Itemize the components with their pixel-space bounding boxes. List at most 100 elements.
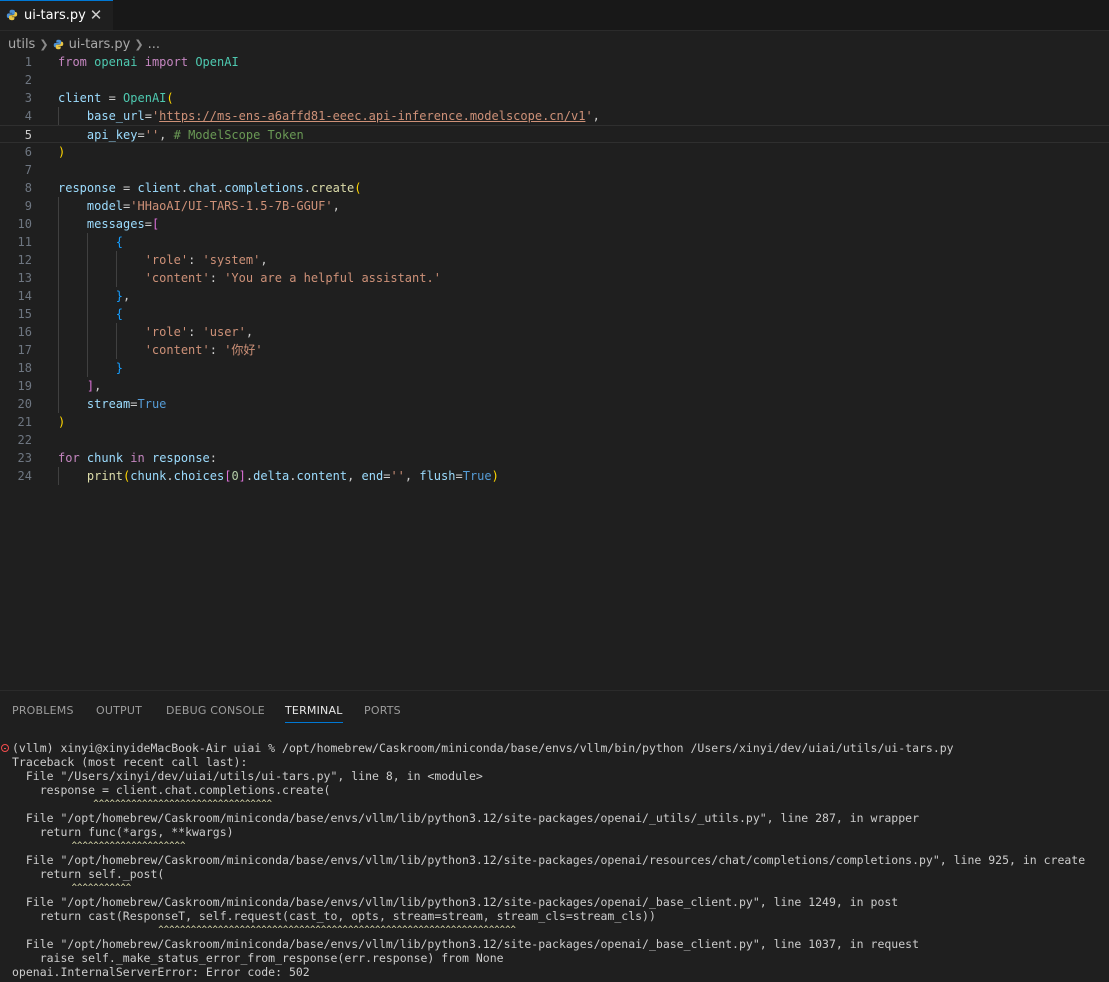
code-text: api_key='', # ModelScope Token — [58, 126, 304, 144]
code-token: = — [144, 217, 152, 231]
code-line[interactable]: 22 — [0, 431, 1109, 449]
terminal-caret-line: ^^^^^^^^^^^^^^^^^^^^^ — [12, 841, 186, 851]
line-number: 5 — [24, 128, 32, 142]
code-line[interactable]: 9 model='HHaoAI/UI-TARS-1.5-7B-GGUF', — [0, 197, 1109, 215]
code-token: , — [347, 469, 362, 483]
code-text: ) — [58, 143, 65, 161]
line-number: 6 — [24, 145, 32, 159]
code-text: response = client.chat.completions.creat… — [58, 179, 362, 197]
code-line[interactable]: 10 messages=[ — [0, 215, 1109, 233]
code-line[interactable]: 2 — [0, 71, 1109, 89]
line-number: 1 — [24, 55, 32, 69]
code-token: = — [115, 181, 138, 195]
code-text: 'role': 'user', — [58, 323, 253, 341]
terminal-line: File "/opt/homebrew/Caskroom/miniconda/b… — [12, 937, 919, 951]
code-text: print(chunk.choices[0].delta.content, en… — [58, 467, 499, 485]
code-line[interactable]: 6) — [0, 143, 1109, 161]
code-text: 'content': '你好' — [58, 341, 263, 359]
terminal-line: return cast(ResponseT, self.request(cast… — [12, 909, 656, 923]
terminal-line: File "/opt/homebrew/Caskroom/miniconda/b… — [12, 811, 919, 825]
code-token: client — [58, 91, 102, 105]
code-line[interactable]: 19 ], — [0, 377, 1109, 395]
code-token: api_key — [86, 128, 138, 142]
panel-tab-output[interactable]: OUTPUT — [96, 704, 142, 717]
code-token: 'You are a helpful assistant.' — [224, 271, 441, 285]
code-line[interactable]: 21) — [0, 413, 1109, 431]
code-line[interactable]: 20 stream=True — [0, 395, 1109, 413]
code-line[interactable]: 3 client = OpenAI( — [0, 89, 1109, 107]
code-token: from — [58, 55, 87, 69]
code-line[interactable]: 5 api_key='', # ModelScope Token — [0, 125, 1109, 143]
code-text: ], — [58, 377, 101, 395]
code-line[interactable]: 13 'content': 'You are a helpful assista… — [0, 269, 1109, 287]
chevron-right-icon: ❯ — [134, 37, 144, 51]
line-number: 2 — [24, 73, 32, 87]
terminal-line: openai.InternalServerError: Error code: … — [12, 965, 310, 979]
code-token: , — [260, 253, 268, 267]
code-line[interactable]: 17 'content': '你好' — [0, 341, 1109, 359]
code-token: : — [209, 451, 217, 465]
code-line[interactable]: 14 }, — [0, 287, 1109, 305]
line-number: 3 — [24, 91, 32, 105]
code-text: { — [58, 233, 123, 251]
code-editor[interactable]: 1 from openai import OpenAI 2 3 client = Ope… — [0, 53, 1109, 689]
code-token: 'HHaoAI/UI-TARS-1.5-7B-GGUF' — [130, 199, 333, 213]
editor-tab-bar: ui-tars.py ✕ — [0, 0, 1109, 31]
breadcrumb-folder[interactable]: utils — [8, 37, 35, 52]
code-token: ] — [238, 469, 246, 483]
code-token: 'role' — [144, 253, 189, 267]
code-line[interactable]: 1 from openai import OpenAI — [0, 53, 1109, 71]
panel-tab-problems[interactable]: PROBLEMS — [12, 704, 74, 717]
close-icon[interactable]: ✕ — [88, 7, 104, 23]
code-line[interactable]: 16 'role': 'user', — [0, 323, 1109, 341]
code-line[interactable]: 15 { — [0, 305, 1109, 323]
code-token: } — [115, 361, 124, 375]
code-token: , — [332, 199, 340, 213]
panel-tab-ports[interactable]: PORTS — [364, 704, 401, 717]
code-token: . — [303, 181, 311, 195]
code-token: , — [592, 109, 600, 123]
tab-ui-tars-py[interactable]: ui-tars.py ✕ — [0, 0, 113, 30]
code-token: '' — [144, 128, 160, 142]
code-token: # ModelScope Token — [173, 128, 304, 142]
code-token: https://ms-ens-a6affd81-eeec.api-inferen… — [159, 109, 586, 123]
line-number: 19 — [17, 379, 32, 393]
code-text: stream=True — [58, 395, 167, 413]
python-file-icon — [53, 39, 64, 50]
code-token: . — [180, 181, 189, 195]
bottom-panel: PROBLEMS OUTPUT DEBUG CONSOLE TERMINAL PORTS… — [0, 690, 1109, 982]
code-line[interactable]: 18 } — [0, 359, 1109, 377]
code-token: = — [137, 128, 145, 142]
code-line[interactable]: 12 'role': 'system', — [0, 251, 1109, 269]
code-token: : — [188, 253, 203, 267]
code-token: messages — [86, 217, 145, 231]
terminal-line: return self._post( — [12, 867, 165, 881]
panel-tab-terminal[interactable]: TERMINAL — [285, 704, 343, 723]
breadcrumb: utils ❯ ui-tars.py ❯ ... — [0, 34, 1109, 54]
code-line[interactable]: 23 for chunk in response: — [0, 449, 1109, 467]
code-line[interactable]: 8 response = client.chat.completions.crea… — [0, 179, 1109, 197]
code-text: model='HHaoAI/UI-TARS-1.5-7B-GGUF', — [58, 197, 340, 215]
code-token: response — [58, 181, 116, 195]
code-line[interactable]: 24 print(chunk.choices[0].delta.content,… — [0, 467, 1109, 485]
code-line[interactable]: 11 { — [0, 233, 1109, 251]
code-token: ( — [166, 91, 174, 105]
code-line[interactable]: 7 — [0, 161, 1109, 179]
line-number: 22 — [17, 433, 32, 447]
code-token: 'content' — [144, 343, 210, 357]
code-line[interactable]: 4 base_url= 'https://ms-ens-a6affd81-eeec… — [0, 107, 1109, 125]
terminal-line: File "/opt/homebrew/Caskroom/miniconda/b… — [12, 895, 899, 909]
line-number: 10 — [17, 217, 32, 231]
breadcrumb-more[interactable]: ... — [148, 37, 160, 52]
breadcrumb-file[interactable]: ui-tars.py — [69, 37, 131, 52]
panel-tab-debug-console[interactable]: DEBUG CONSOLE — [166, 704, 265, 717]
